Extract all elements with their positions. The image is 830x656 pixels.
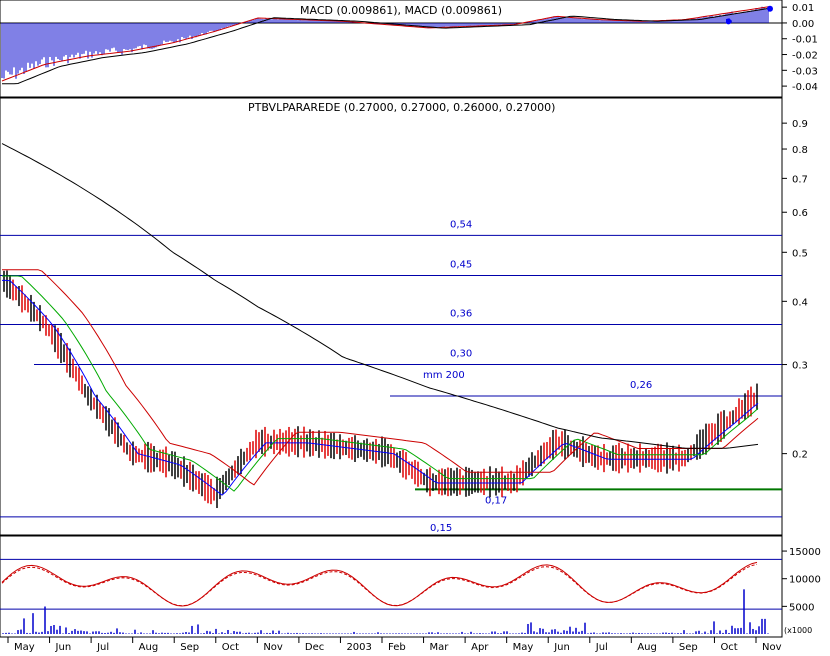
x-axis-month-label: Dec xyxy=(305,642,324,652)
x-axis-month-label: Nov xyxy=(762,642,782,652)
price-y-tick-label: 0.9 xyxy=(792,119,808,130)
x-axis-month-label: Mar xyxy=(430,642,450,652)
price-y-tick-label: 0.5 xyxy=(792,248,808,259)
macd-y-tick-label: 0.01 xyxy=(792,3,814,14)
macd-y-tick-label: -0.03 xyxy=(792,66,818,77)
price-panel: 0.9 0.8 0.7 0.6 0.5 0.4 0.3 0.2 0,54 0,45 0,36 0,30… xyxy=(0,119,808,534)
x-axis-month-label: Aug xyxy=(637,642,657,652)
price-y-tick-label: 0.8 xyxy=(792,145,808,156)
mm200-annotation: mm 200 xyxy=(423,370,465,381)
price-level-label: 0,17 xyxy=(485,495,507,506)
x-axis-month-label: May xyxy=(513,642,534,652)
price-y-tick-label: 0.7 xyxy=(792,174,808,185)
macd-marker xyxy=(725,18,732,25)
price-level-label: 0,26 xyxy=(630,380,652,391)
macd-line xyxy=(1,6,771,82)
chart-window: 0.01 0.00 -0.01 -0.02 -0.03 -0.04 0.9 0.8 0.7 0.… xyxy=(0,0,830,653)
x-axis-month-label: Sep xyxy=(180,642,199,652)
price-y-tick-label: 0.3 xyxy=(792,361,808,372)
x-axis-month-label: Nov xyxy=(263,642,283,652)
x-axis-month-label: Sep xyxy=(679,642,698,652)
volume-panel: 15000 10000 5000 xyxy=(0,547,821,634)
volume-y-tick-label: 10000 xyxy=(789,575,821,586)
x-axis-month-label: Jun xyxy=(55,642,72,652)
volume-y-tick-label: 15000 xyxy=(789,547,821,558)
x-axis-month-label: Jul xyxy=(595,642,608,652)
x-axis-month-label: Aug xyxy=(139,642,159,652)
volume-oscillator-line xyxy=(1,561,758,607)
price-y-tick-label: 0.4 xyxy=(792,297,808,308)
price-panel-frame xyxy=(0,97,783,536)
macd-y-tick-label: 0.00 xyxy=(792,19,814,30)
ma-long-line xyxy=(2,269,759,486)
macd-y-tick-label: -0.04 xyxy=(792,82,818,93)
price-level-label: 0,36 xyxy=(450,308,472,319)
x-axis-month-label: Feb xyxy=(388,642,406,652)
price-y-tick-label: 0.2 xyxy=(792,450,808,461)
price-level-label: 0,15 xyxy=(430,523,452,534)
volume-units-label: (x1000 xyxy=(784,626,812,635)
x-axis-month-label: May xyxy=(14,642,35,652)
x-axis-month-label: Oct xyxy=(222,642,239,652)
volume-panel-frame xyxy=(0,535,783,638)
price-y-tick-label: 0.6 xyxy=(792,208,808,219)
x-axis: May Jun Jul Aug Sep Oct Nov Dec 2003 Feb Mar Apr May… xyxy=(7,637,782,653)
chart-canvas: 0.010.00-0.01-0.02-0.03-0.04 0.90.80.70.… xyxy=(0,0,821,653)
macd-y-tick-label: -0.02 xyxy=(792,51,818,62)
macd-marker xyxy=(767,5,773,12)
x-axis-month-label: Oct xyxy=(720,642,737,652)
macd-title: MACD (0.009861), MACD (0.009861) xyxy=(300,4,502,17)
macd-y-tick-label: -0.01 xyxy=(792,35,818,46)
x-axis-month-label: Apr xyxy=(471,642,489,652)
price-title: PTBVLPARAREDE (0.27000, 0.27000, 0.26000… xyxy=(248,101,555,114)
x-axis-month-label: 2003 xyxy=(346,642,371,652)
price-level-label: 0,54 xyxy=(450,219,472,230)
volume-y-tick-label: 5000 xyxy=(789,602,814,613)
price-level-label: 0,45 xyxy=(450,259,472,270)
macd-signal-line xyxy=(2,7,771,85)
x-axis-month-label: Jun xyxy=(553,642,570,652)
x-axis-month-label: Jul xyxy=(96,642,109,652)
price-level-label: 0,30 xyxy=(450,349,472,360)
